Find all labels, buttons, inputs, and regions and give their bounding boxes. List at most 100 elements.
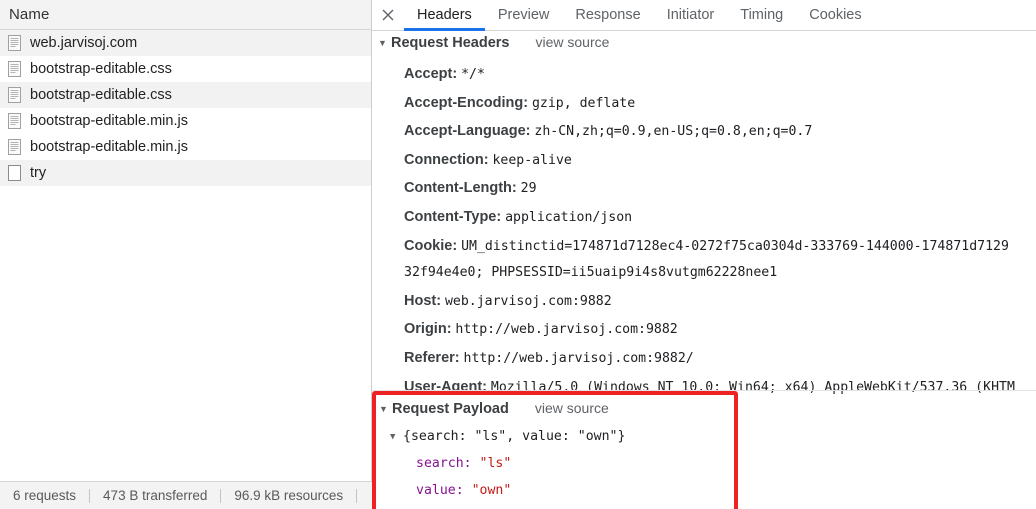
header-name: Content-Length: [404, 180, 517, 197]
blank-document-icon [8, 165, 21, 181]
devtools-network-panel: Name web.jarvisoj.com bootstrap-editable… [0, 0, 1036, 509]
tab-cookies[interactable]: Cookies [796, 0, 874, 30]
header-row: Referer: http://web.jarvisoj.com:9882/ [404, 344, 1036, 373]
header-name: Connection: [404, 151, 489, 168]
request-payload-title: Request Payload [392, 401, 509, 417]
request-headers-title-row[interactable]: ▼ Request Headers view source [378, 31, 1036, 58]
tab-label: Initiator [666, 7, 715, 23]
header-row: Cookie: UM_distinctid=174871d7128ec4-027… [404, 232, 1036, 261]
request-row[interactable]: bootstrap-editable.min.js [0, 134, 371, 160]
payload-entry-value: "own" [471, 483, 512, 498]
request-list[interactable]: web.jarvisoj.com bootstrap-editable.css [0, 30, 371, 509]
tab-label: Cookies [809, 7, 862, 23]
header-value: keep-alive [492, 152, 572, 168]
request-row[interactable]: try [0, 160, 371, 186]
view-source-link[interactable]: view source [535, 400, 609, 416]
payload-entry: search: "ls" [390, 450, 734, 477]
header-value: UM_distinctid=174871d7128ec4-0272f75ca03… [461, 238, 1009, 254]
payload-root-value-1: "ls" [474, 429, 507, 444]
request-payload-tree: ▼ {search: "ls", value: "own"} search: "l… [376, 422, 734, 504]
header-value: http://web.jarvisoj.com:9882/ [463, 350, 694, 366]
document-icon [8, 35, 21, 51]
column-header-name: Name [9, 6, 50, 23]
header-name: Content-Type: [404, 208, 502, 225]
payload-open-brace: { [403, 429, 411, 444]
chevron-down-icon[interactable]: ▼ [378, 39, 391, 48]
payload-root-line[interactable]: ▼ {search: "ls", value: "own"} [390, 423, 734, 450]
payload-entry-value: "ls" [479, 456, 512, 471]
payload-root-key-1: search: [410, 429, 467, 444]
document-icon [8, 139, 21, 155]
request-row[interactable]: web.jarvisoj.com [0, 30, 371, 56]
payload-root-value-2: "own" [577, 429, 618, 444]
request-name: bootstrap-editable.min.js [30, 112, 188, 129]
document-icon [8, 61, 21, 77]
tab-label: Response [575, 7, 641, 23]
document-icon [8, 87, 21, 103]
header-row: Content-Type: application/json [404, 203, 1036, 232]
request-list-panel: Name web.jarvisoj.com bootstrap-editable… [0, 0, 372, 509]
tab-initiator[interactable]: Initiator [654, 0, 728, 30]
request-row[interactable]: bootstrap-editable.css [0, 82, 371, 108]
tab-preview[interactable]: Preview [485, 0, 563, 30]
payload-close-brace: } [617, 429, 626, 444]
header-value: zh-CN,zh;q=0.9,en-US;q=0.8,en;q=0.7 [534, 124, 813, 140]
header-row: Accept: */* [404, 60, 1036, 89]
tab-label: Headers [417, 7, 472, 23]
payload-entry-key: value: [416, 483, 464, 498]
request-headers-section: ▼ Request Headers view source Accept: */… [372, 31, 1036, 401]
request-headers-title: Request Headers [391, 35, 510, 51]
tab-label: Timing [740, 7, 784, 23]
tab-response[interactable]: Response [562, 0, 653, 30]
details-tab-bar: Headers Preview Response Initiator Timin… [372, 0, 1036, 31]
header-value-continuation: 32f94e4e0; PHPSESSID=ii5uaip9i4s8vutgm62… [404, 265, 778, 281]
status-transferred: 473 B transferred [103, 488, 208, 503]
tab-timing[interactable]: Timing [727, 0, 796, 30]
header-row: Content-Length: 29 [404, 174, 1036, 203]
tab-label: Preview [497, 7, 550, 23]
request-list-column-header[interactable]: Name [0, 0, 371, 30]
header-row: Host: web.jarvisoj.com:9882 [404, 287, 1036, 316]
payload-entry: value: "own" [390, 477, 734, 504]
request-headers-list: Accept: */* Accept-Encoding: gzip, defla… [378, 58, 1036, 401]
header-value: application/json [505, 209, 633, 225]
payload-entry-key: search: [416, 456, 472, 471]
request-name: web.jarvisoj.com [30, 34, 138, 51]
request-row[interactable]: bootstrap-editable.css [0, 56, 371, 82]
header-name: Accept-Encoding: [404, 94, 529, 111]
close-icon[interactable] [372, 0, 404, 30]
header-name: Referer: [404, 349, 460, 366]
header-value: web.jarvisoj.com:9882 [444, 293, 612, 309]
chevron-down-icon[interactable]: ▼ [379, 405, 392, 414]
header-value: 29 [520, 181, 537, 197]
header-name: Accept: [404, 66, 458, 82]
tab-headers[interactable]: Headers [404, 0, 485, 31]
chevron-down-icon[interactable]: ▼ [390, 433, 403, 442]
status-resources: 96.9 kB resources [234, 488, 344, 503]
header-value: gzip, deflate [531, 95, 636, 111]
view-source-link[interactable]: view source [535, 34, 609, 50]
request-payload-highlight-box: ▼ Request Payload view source ▼ {search: … [372, 391, 738, 509]
network-status-bar: 6 requests 473 B transferred 96.9 kB res… [0, 481, 372, 509]
header-name: Origin: [404, 321, 452, 338]
request-row[interactable]: bootstrap-editable.min.js [0, 108, 371, 134]
document-icon [8, 113, 21, 129]
request-name: bootstrap-editable.css [30, 86, 172, 103]
header-value: */* [461, 67, 485, 82]
request-name: bootstrap-editable.css [30, 60, 172, 77]
header-row: Accept-Language: zh-CN,zh;q=0.9,en-US;q=… [404, 117, 1036, 146]
status-requests-count: 6 requests [13, 488, 77, 503]
header-row: Origin: http://web.jarvisoj.com:9882 [404, 315, 1036, 344]
header-name: Cookie: [404, 237, 458, 254]
request-details-panel: Headers Preview Response Initiator Timin… [372, 0, 1036, 509]
request-name: try [30, 164, 47, 181]
header-name: Accept-Language: [404, 123, 531, 140]
header-value: http://web.jarvisoj.com:9882 [455, 322, 678, 338]
status-divider [356, 488, 358, 503]
payload-root-key-2: value: [522, 429, 570, 444]
header-row: Accept-Encoding: gzip, deflate [404, 89, 1036, 118]
header-row: Connection: keep-alive [404, 146, 1036, 175]
request-name: bootstrap-editable.min.js [30, 138, 188, 155]
payload-root-comma: , [506, 429, 515, 444]
request-payload-title-row[interactable]: ▼ Request Payload view source [376, 395, 734, 422]
